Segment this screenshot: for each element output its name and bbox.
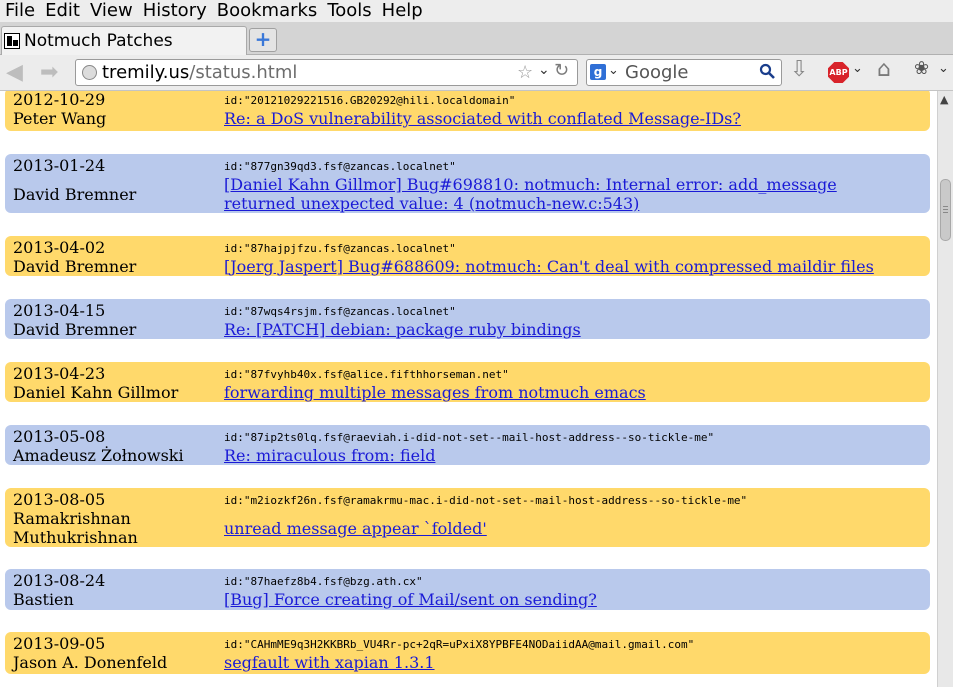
forward-arrow-icon[interactable]: ➡ <box>40 60 58 85</box>
entry-date: 2013-09-05 <box>13 634 106 653</box>
grip-icon <box>943 206 948 207</box>
entry-date: 2013-05-08 <box>13 427 106 446</box>
search-placeholder[interactable]: Google <box>625 62 688 83</box>
entry-author: Peter Wang <box>13 109 107 128</box>
tab-bar: Notmuch Patches + <box>0 22 953 55</box>
entry-author: Daniel Kahn Gillmor <box>13 383 179 402</box>
entry-message-id: id:"20121029221516.GB20292@hili.localdom… <box>224 94 516 107</box>
entry-author: David Bremner <box>13 257 137 276</box>
bookmark-star-icon[interactable]: ☆ <box>517 62 533 83</box>
entry-message-id: id:"877gn39qd3.fsf@zancas.localnet" <box>224 160 456 173</box>
search-icon[interactable] <box>759 63 775 79</box>
download-icon[interactable]: ⇩ <box>790 57 808 82</box>
chevron-down-icon[interactable]: ⌄ <box>538 62 550 78</box>
menubar: File Edit View History Bookmarks Tools H… <box>0 0 953 22</box>
chevron-down-icon[interactable]: ⌄ <box>938 61 949 85</box>
menu-edit[interactable]: Edit <box>40 0 85 22</box>
menu-file[interactable]: File <box>0 0 40 22</box>
page-content[interactable]: 2012-10-29 id:"20121029221516.GB20292@hi… <box>0 91 937 687</box>
entry-author: David Bremner <box>13 320 137 339</box>
menu-tools[interactable]: Tools <box>322 0 376 22</box>
search-bar[interactable]: g ⌄ Google <box>586 59 782 86</box>
adblock-plus-icon[interactable]: ABP <box>828 62 849 83</box>
patch-entry: 2013-04-23 id:"87fvyhb40x.fsf@alice.fift… <box>5 362 930 402</box>
url-bar[interactable]: tremily.us/status.html ☆ ⌄ ↻ <box>75 59 578 86</box>
globe-icon <box>82 65 97 80</box>
menu-help[interactable]: Help <box>377 0 428 22</box>
entry-message-id: id:"CAHmME9q3H2KKBRb_VU4Rr-pc+2qR=uPxiX8… <box>224 638 695 651</box>
entry-subject-link[interactable]: [Daniel Kahn Gillmor] Bug#698810: notmuc… <box>224 175 837 213</box>
entry-date: 2013-04-23 <box>13 364 106 383</box>
entry-subject-link[interactable]: Re: miraculous from: field <box>224 446 435 465</box>
entry-author: Jason A. Donenfeld <box>13 653 168 672</box>
chevron-down-icon[interactable]: ⌄ <box>852 61 863 85</box>
menu-view[interactable]: View <box>85 0 138 22</box>
entry-date: 2013-08-24 <box>13 571 106 590</box>
patch-entry: 2013-01-24 id:"877gn39qd3.fsf@zancas.loc… <box>5 154 930 213</box>
entry-date: 2013-01-24 <box>13 156 106 175</box>
entry-message-id: id:"87wqs4rsjm.fsf@zancas.localnet" <box>224 305 456 318</box>
site-favicon-icon <box>4 33 20 49</box>
entry-message-id: id:"87hajpjfzu.fsf@zancas.localnet" <box>224 242 456 255</box>
patch-entry: 2013-08-05 id:"m2iozkf26n.fsf@ramakrmu-m… <box>5 488 930 547</box>
entry-subject-link[interactable]: [Bug] Force creating of Mail/sent on sen… <box>224 590 597 609</box>
patch-entry: 2013-04-02 id:"87hajpjfzu.fsf@zancas.loc… <box>5 236 930 276</box>
tab-title: Notmuch Patches <box>24 31 173 51</box>
entry-author: Ramakrishnan Muthukrishnan <box>13 509 138 547</box>
chevron-down-icon[interactable]: ⌄ <box>608 63 619 78</box>
entry-date: 2013-04-02 <box>13 238 106 257</box>
tab-notmuch-patches[interactable]: Notmuch Patches <box>1 26 247 55</box>
entry-subject-link[interactable]: forwarding multiple messages from notmuc… <box>224 383 646 402</box>
home-icon[interactable]: ⌂ <box>877 57 891 82</box>
entry-subject-link[interactable]: unread message appear `folded' <box>224 519 487 538</box>
entry-date: 2013-04-15 <box>13 301 106 320</box>
google-engine-icon[interactable]: g <box>590 64 606 80</box>
new-tab-button[interactable]: + <box>249 28 277 52</box>
scroll-up-arrow-icon[interactable]: ▲ <box>940 93 948 106</box>
entry-message-id: id:"87ip2ts0lq.fsf@raeviah.i-did-not-set… <box>224 431 715 444</box>
back-arrow-icon[interactable]: ◀ <box>6 60 23 85</box>
url-text[interactable]: tremily.us/status.html <box>102 62 297 83</box>
entry-subject-link[interactable]: Re: a DoS vulnerability associated with … <box>224 109 741 128</box>
menu-bookmarks[interactable]: Bookmarks <box>212 0 323 22</box>
entry-subject-link[interactable]: [Joerg Jaspert] Bug#688609: notmuch: Can… <box>224 257 874 276</box>
patch-entry: 2012-10-29 id:"20121029221516.GB20292@hi… <box>5 91 930 131</box>
entry-date: 2012-10-29 <box>13 91 106 109</box>
entry-message-id: id:"m2iozkf26n.fsf@ramakrmu-mac.i-did-no… <box>224 494 748 507</box>
patch-entry: 2013-08-24 id:"87haefz8b4.fsf@bzg.ath.cx… <box>5 569 930 610</box>
entry-message-id: id:"87fvyhb40x.fsf@alice.fifthhorseman.n… <box>224 368 509 381</box>
patch-entry: 2013-09-05 id:"CAHmME9q3H2KKBRb_VU4Rr-pc… <box>5 632 930 674</box>
entry-message-id: id:"87haefz8b4.fsf@bzg.ath.cx" <box>224 575 423 588</box>
navigation-toolbar: ◀ ➡ tremily.us/status.html ☆ ⌄ ↻ g ⌄ Goo… <box>0 55 953 91</box>
entry-author: Amadeusz Żołnowski <box>13 446 184 465</box>
entry-author: David Bremner <box>13 185 137 204</box>
reload-icon[interactable]: ↻ <box>554 60 569 81</box>
entry-subject-link[interactable]: Re: [PATCH] debian: package ruby binding… <box>224 320 581 339</box>
menu-history[interactable]: History <box>138 0 212 22</box>
vertical-scrollbar[interactable]: ▲ <box>937 91 953 687</box>
entry-date: 2013-08-05 <box>13 490 106 509</box>
patch-entry: 2013-04-15 id:"87wqs4rsjm.fsf@zancas.loc… <box>5 299 930 339</box>
entry-subject-link[interactable]: segfault with xapian 1.3.1 <box>224 653 435 672</box>
extension-icon[interactable]: ❀ <box>914 58 929 82</box>
patch-entry: 2013-05-08 id:"87ip2ts0lq.fsf@raeviah.i-… <box>5 425 930 465</box>
scrollbar-thumb[interactable] <box>940 179 951 241</box>
entry-author: Bastien <box>13 590 74 609</box>
